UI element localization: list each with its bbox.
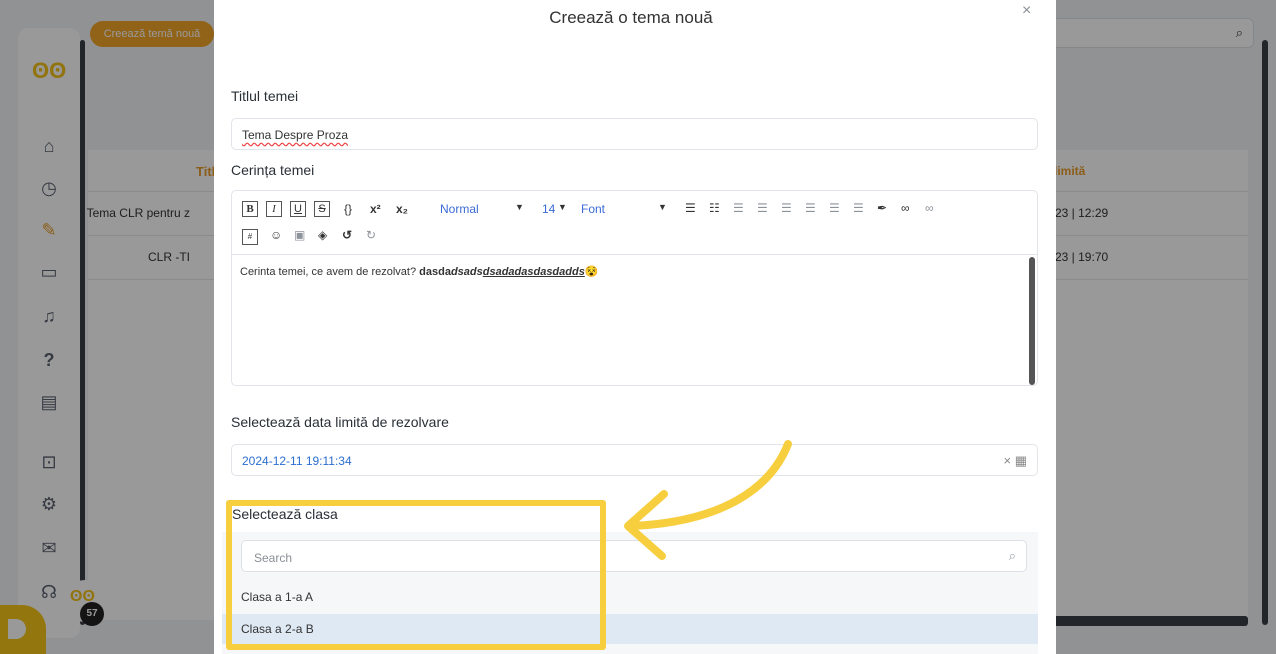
annotation-arrow-icon <box>624 440 792 560</box>
